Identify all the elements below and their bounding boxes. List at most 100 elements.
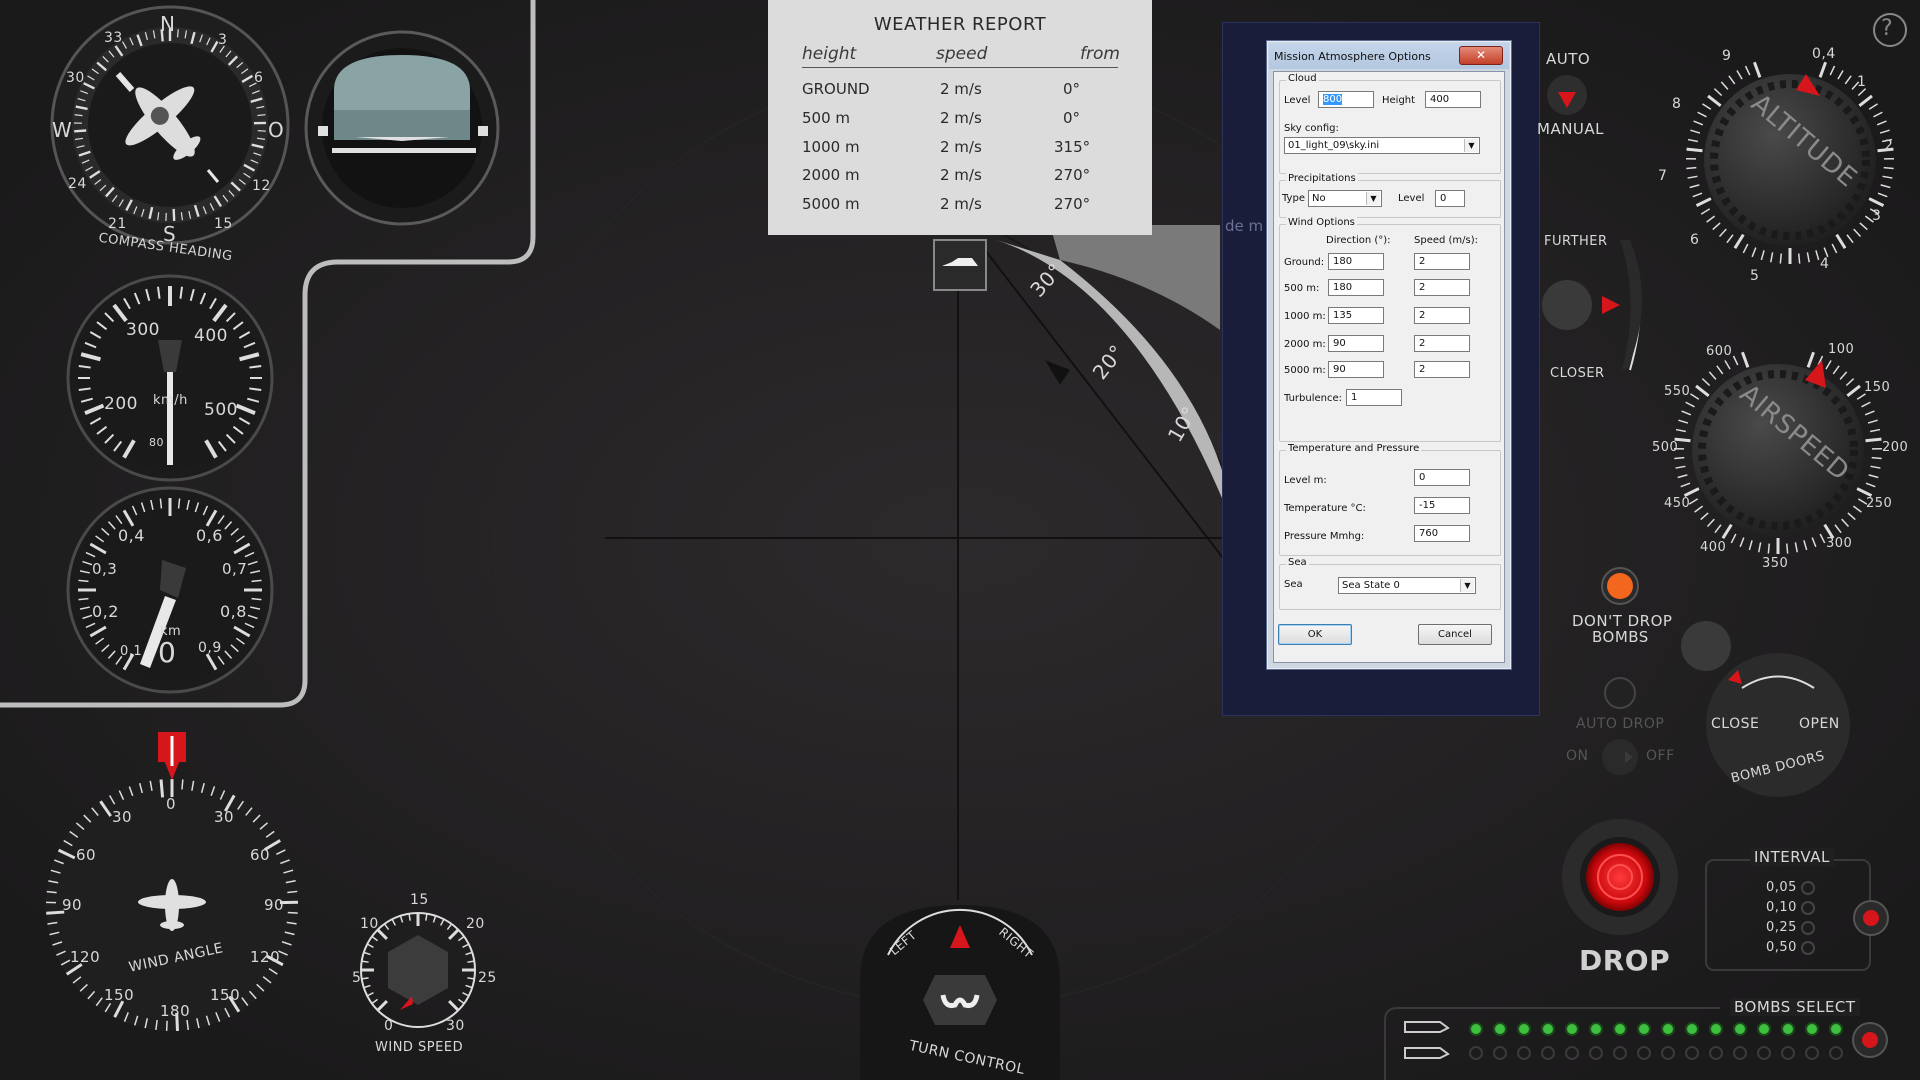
- kmh-tick: 500: [204, 400, 238, 420]
- gauge-tick: [257, 114, 266, 117]
- wind-speed-input[interactable]: 2: [1414, 307, 1470, 324]
- airspeed-tick: 100: [1828, 342, 1855, 357]
- compass-number: 24: [68, 176, 87, 192]
- airspeed-tick: 550: [1664, 384, 1691, 399]
- airspeed-tick: 450: [1664, 496, 1691, 511]
- temp-level-label: Level m:: [1284, 475, 1327, 486]
- temp-level-input[interactable]: 0: [1414, 469, 1470, 486]
- dialog-title: Mission Atmosphere Options: [1274, 50, 1431, 63]
- wind-direction-input[interactable]: 90: [1328, 335, 1384, 352]
- wind-speed-input[interactable]: 2: [1414, 335, 1470, 352]
- compass-number: 30: [66, 70, 85, 86]
- bomb-select-led[interactable]: [1709, 1022, 1723, 1036]
- compass-number: 6: [254, 70, 264, 86]
- wind-speed-tick: 15: [410, 892, 429, 908]
- gauge-tick: [1674, 456, 1685, 460]
- interval-option[interactable]: 0,25: [1766, 920, 1797, 935]
- bomb-select-led[interactable]: [1613, 1022, 1627, 1036]
- altitude-tick: 4: [1820, 256, 1830, 272]
- wind-angle-tick: 150: [104, 986, 135, 1004]
- bomb-select-led[interactable]: [1661, 1022, 1675, 1036]
- altitude-tick: 3: [1872, 208, 1882, 224]
- bomb-select-led[interactable]: [1757, 1022, 1771, 1036]
- wind-row-label: 5000 m:: [1284, 365, 1326, 376]
- wind-direction-header: Direction (°):: [1326, 235, 1391, 246]
- bomb-select-led[interactable]: [1637, 1022, 1651, 1036]
- cloud-group-title: Cloud: [1286, 73, 1319, 84]
- wind-speed-input[interactable]: 2: [1414, 361, 1470, 378]
- wind-direction-input[interactable]: 180: [1328, 253, 1384, 270]
- interval-option[interactable]: 0,05: [1766, 880, 1797, 895]
- wind-row-label: 500 m:: [1284, 283, 1320, 294]
- wind-group-title: Wind Options: [1286, 217, 1357, 228]
- bomb-select-led[interactable]: [1469, 1022, 1483, 1036]
- cloud-level-input[interactable]: 800: [1318, 91, 1374, 108]
- close-button[interactable]: ✕: [1459, 46, 1503, 65]
- precip-type-select[interactable]: No ▼: [1308, 190, 1382, 207]
- turbulence-input[interactable]: 1: [1346, 389, 1402, 406]
- wind-direction-input[interactable]: 135: [1328, 307, 1384, 324]
- wind-direction-input[interactable]: 90: [1328, 361, 1384, 378]
- row-from: 270°: [1054, 166, 1091, 184]
- gauge-tick: [74, 114, 83, 117]
- bomb-select-led[interactable]: [1493, 1022, 1507, 1036]
- gauge-tick: [1883, 166, 1894, 170]
- drop-button[interactable]: [1562, 819, 1678, 935]
- airspeed-tick: 200: [1882, 440, 1909, 455]
- precip-level-input[interactable]: 0: [1435, 190, 1465, 207]
- precipitations-group: Precipitations Type No ▼ Level 0: [1279, 173, 1501, 218]
- wind-row-label: 1000 m:: [1284, 311, 1326, 322]
- altitude-mode-switch[interactable]: [1547, 75, 1587, 115]
- bomb-select-led[interactable]: [1733, 1022, 1747, 1036]
- wind-row-label: Ground:: [1284, 257, 1325, 268]
- wind-speed-input[interactable]: 2: [1414, 253, 1470, 270]
- wind-speed-tick: 0: [384, 1018, 394, 1034]
- pressure-input[interactable]: 760: [1414, 525, 1470, 542]
- column-header-height: height: [802, 44, 857, 64]
- compass-number: 33: [104, 30, 123, 46]
- cancel-button[interactable]: Cancel: [1418, 624, 1492, 645]
- sky-config-select[interactable]: 01_light_09\sky.ini ▼: [1284, 137, 1480, 154]
- altitude-tick: 0,4: [1812, 46, 1836, 62]
- weather-report-panel: WEATHER REPORT height speed from GROUND …: [768, 0, 1152, 235]
- bomb-select-led[interactable]: [1685, 1022, 1699, 1036]
- temperature-input[interactable]: -15: [1414, 497, 1470, 514]
- kmh-tick: 400: [194, 326, 228, 346]
- wind-speed-input[interactable]: 2: [1414, 279, 1470, 296]
- compass-number: 12: [252, 178, 271, 194]
- wind-speed-tick: 30: [446, 1018, 465, 1034]
- cloud-height-input[interactable]: 400: [1425, 91, 1481, 108]
- bomb-select-led[interactable]: [1589, 1022, 1603, 1036]
- weather-row: 1000 m 2 m/s 315°: [768, 138, 1152, 164]
- km-tick: 0,2: [92, 602, 119, 621]
- interval-option[interactable]: 0,50: [1766, 940, 1797, 955]
- bomb-select-led[interactable]: [1781, 1022, 1795, 1036]
- ok-button[interactable]: OK: [1278, 624, 1352, 645]
- cloud-level-label: Level: [1284, 95, 1311, 106]
- compass-west: W: [52, 118, 73, 142]
- sea-state-select[interactable]: Sea State 0 ▼: [1338, 577, 1476, 594]
- km-tick: 0,1: [120, 644, 143, 659]
- interval-option[interactable]: 0,10: [1766, 900, 1797, 915]
- bomb-select-led[interactable]: [1565, 1022, 1579, 1036]
- weather-row: 500 m 2 m/s 0°: [768, 109, 1152, 135]
- bomb-select-led[interactable]: [1829, 1022, 1843, 1036]
- chevron-down-icon: ▼: [1460, 579, 1474, 592]
- altitude-tick: 1: [1857, 74, 1867, 90]
- gauge-tick: [78, 579, 89, 583]
- kmh-tick: 200: [104, 394, 138, 414]
- bomb-select-led[interactable]: [1805, 1022, 1819, 1036]
- gauge-tick: [287, 911, 298, 914]
- airspeed-tick: 300: [1826, 536, 1853, 551]
- wind-direction-input[interactable]: 180: [1328, 279, 1384, 296]
- airspeed-tick: 150: [1864, 380, 1891, 395]
- help-icon[interactable]: ?: [1881, 16, 1893, 41]
- wind-angle-tick: 120: [70, 948, 101, 966]
- precip-level-label: Level: [1398, 193, 1425, 204]
- bomb-select-led[interactable]: [1517, 1022, 1531, 1036]
- bomb-select-led[interactable]: [1541, 1022, 1555, 1036]
- temperature-pressure-group: Temperature and Pressure Level m: 0 Temp…: [1279, 443, 1501, 556]
- chevron-down-icon: ▼: [1366, 192, 1380, 205]
- wind-options-group: Wind Options Direction (°): Speed (m/s):…: [1279, 217, 1501, 442]
- dialog-titlebar[interactable]: Mission Atmosphere Options ✕: [1269, 43, 1509, 69]
